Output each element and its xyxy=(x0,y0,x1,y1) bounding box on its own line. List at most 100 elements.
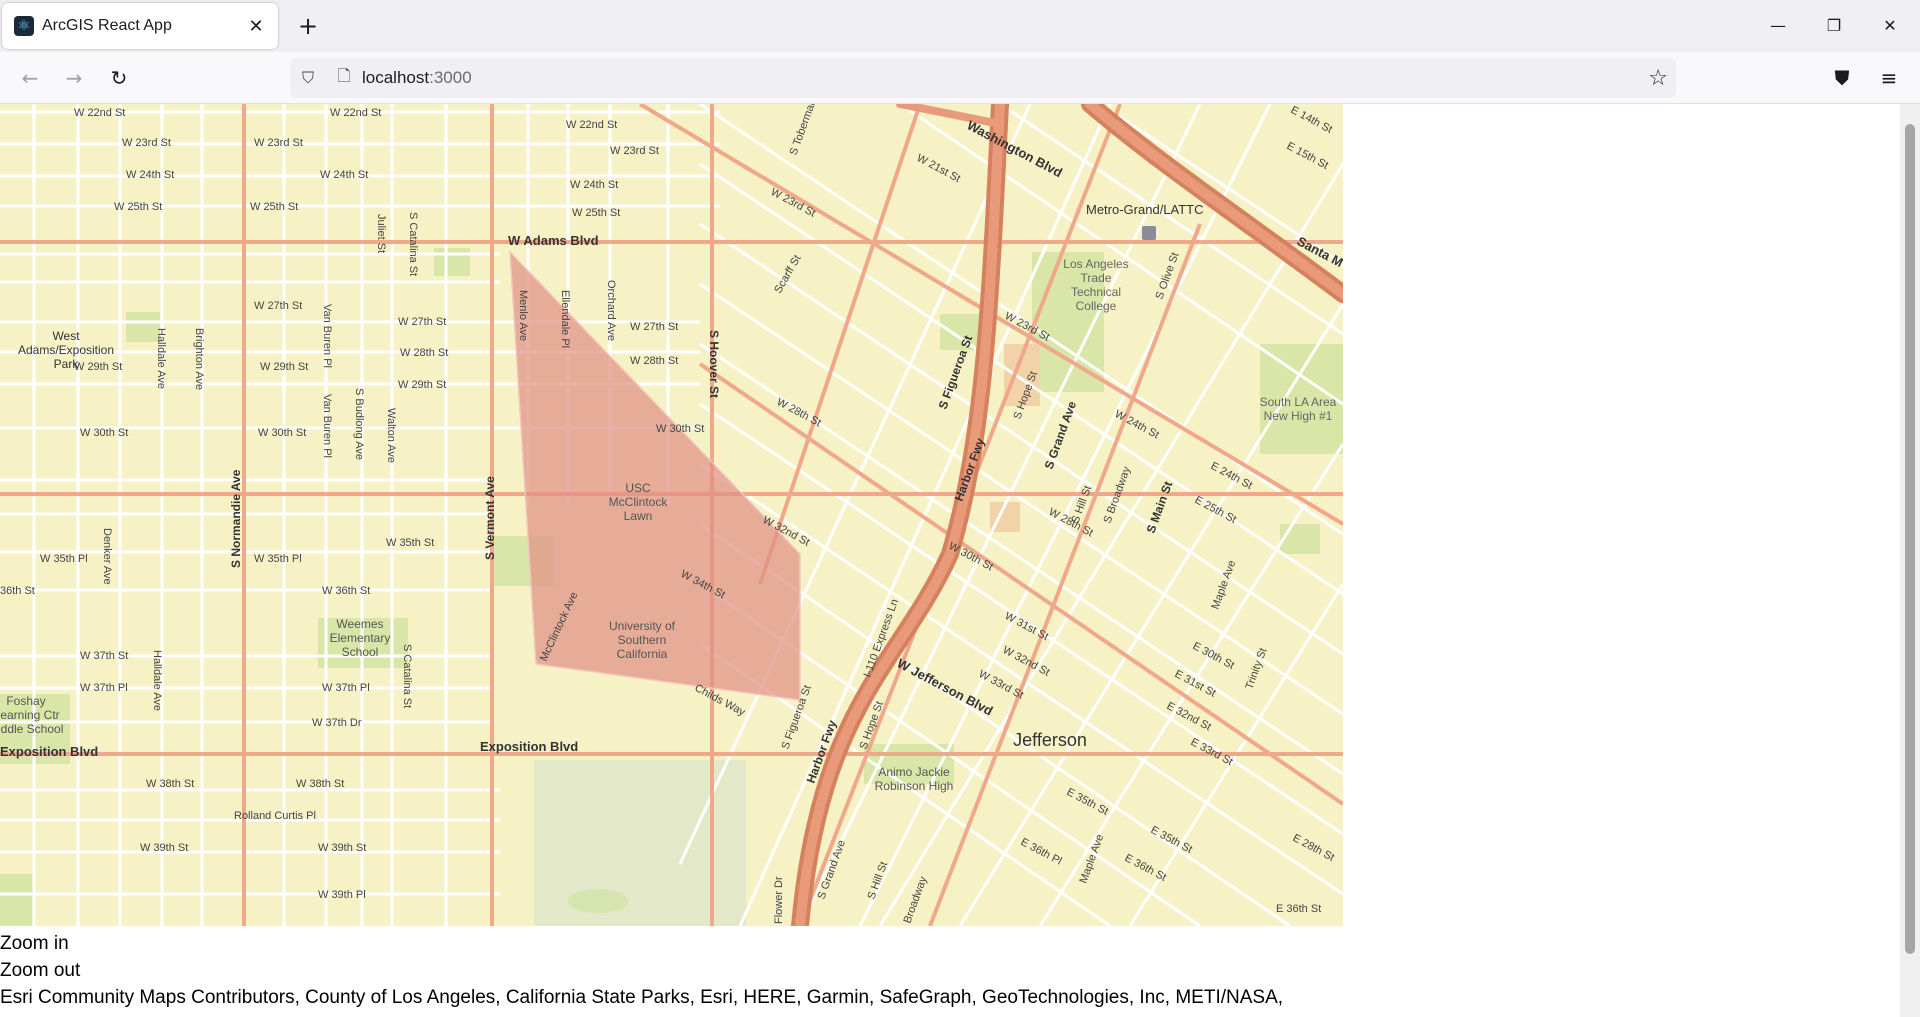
map-label: W 39th St xyxy=(318,842,366,854)
map-label: W 39th Pl xyxy=(318,889,366,901)
map-label: W 30th St xyxy=(258,427,306,439)
map-label: W 36th St xyxy=(322,585,370,597)
restore-icon[interactable]: ❐ xyxy=(1806,0,1862,50)
star-icon[interactable]: ☆ xyxy=(1648,66,1668,91)
map-label: Menlo Ave xyxy=(517,290,529,341)
close-icon[interactable]: ✕ xyxy=(246,16,266,37)
place-label: earning Ctr xyxy=(0,708,59,722)
page-content: W 22nd St W 22nd St W 22nd St W 23rd St … xyxy=(0,104,1920,1017)
map-label: W 37th Pl xyxy=(322,682,370,694)
zoom-in-button[interactable]: Zoom in xyxy=(0,930,1283,957)
place-label: ddle School xyxy=(1,722,64,736)
place-label: Park xyxy=(54,357,80,371)
transit-station-icon xyxy=(1142,226,1156,240)
map-label: 36th St xyxy=(0,585,35,597)
map-label: W 39th St xyxy=(140,842,188,854)
navigation-toolbar: ← → ↻ ⛉ 🗋 localhost:3000 ☆ ⛊ ≡ xyxy=(0,52,1920,104)
react-atom-icon: ⚛ xyxy=(14,16,34,36)
scrollbar-thumb[interactable] xyxy=(1905,124,1915,954)
map-label: W 37th St xyxy=(80,650,128,662)
place-label: Animo Jackie xyxy=(878,765,950,779)
map-label: Ellendale Pl xyxy=(559,290,571,348)
map-label: W 23rd St xyxy=(610,145,659,157)
map-label: W 35th St xyxy=(386,537,434,549)
map-label: Rolland Curtis Pl xyxy=(234,810,316,822)
map-label: S Catalina St xyxy=(407,212,419,276)
map-label: W 25th St xyxy=(114,201,162,213)
place-label: Jefferson xyxy=(1013,730,1087,750)
map-label: W 37th Pl xyxy=(80,682,128,694)
hamburger-menu-icon[interactable]: ≡ xyxy=(1873,62,1905,94)
place-label: South LA Area xyxy=(1260,395,1337,409)
place-label: University of xyxy=(609,619,676,633)
map-label: Flower Dr xyxy=(773,876,785,924)
map-label: W 29th St xyxy=(398,379,446,391)
map-label: W 25th St xyxy=(572,207,620,219)
page-scrollbar[interactable] xyxy=(1900,104,1920,1017)
map-label: W 30th St xyxy=(80,427,128,439)
minimize-icon[interactable]: — xyxy=(1750,0,1806,50)
map-label: Van Buren Pl xyxy=(321,304,333,368)
place-label: Weemes xyxy=(336,617,383,631)
place-label: Los Angeles xyxy=(1063,257,1128,271)
map-label: W 22nd St xyxy=(330,107,381,119)
place-label: New High #1 xyxy=(1264,409,1333,423)
map-label: W 38th St xyxy=(146,778,194,790)
map-label: W 23rd St xyxy=(122,137,171,149)
map-label: W 29th St xyxy=(74,361,122,373)
shield-icon[interactable]: ⛉ xyxy=(290,68,326,88)
map-controls-fallback: Zoom in Zoom out Esri Community Maps Con… xyxy=(0,930,1283,1011)
map-view[interactable]: W 22nd St W 22nd St W 22nd St W 23rd St … xyxy=(0,104,1343,926)
map-label: W 38th St xyxy=(296,778,344,790)
place-label: Technical xyxy=(1071,285,1121,299)
place-label: Foshay xyxy=(6,694,45,708)
map-label: Exposition Blvd xyxy=(480,739,578,754)
map-label: Brighton Ave xyxy=(193,328,205,390)
place-label: California xyxy=(617,647,668,661)
map-label: S Normandie Ave xyxy=(229,469,243,568)
place-label: West xyxy=(52,329,80,343)
map-label: W 35th Pl xyxy=(254,553,302,565)
map-label: W 23rd St xyxy=(254,137,303,149)
map-label: W 24th St xyxy=(320,169,368,181)
place-label: Adams/Exposition xyxy=(18,343,114,357)
plus-icon[interactable]: + xyxy=(292,10,324,42)
pocket-icon[interactable]: ⛊ xyxy=(1826,62,1858,94)
map-label: Metro-Grand/LATTC xyxy=(1086,202,1204,217)
place-label: Southern xyxy=(618,633,667,647)
map-label: S Hoover St xyxy=(707,330,721,398)
map-label: W 28th St xyxy=(400,347,448,359)
active-tab[interactable]: ⚛ ArcGIS React App ✕ xyxy=(2,3,278,49)
map-label: Walton Ave xyxy=(385,408,397,463)
tab-strip: ⚛ ArcGIS React App ✕ + — ❐ ✕ xyxy=(0,0,1920,52)
place-label: College xyxy=(1076,299,1117,313)
map-label: Halldale Ave xyxy=(151,650,163,711)
url-port: :3000 xyxy=(429,68,472,87)
back-arrow-icon[interactable]: ← xyxy=(14,62,46,94)
map-label: Juliet St xyxy=(375,214,387,253)
tab-title: ArcGIS React App xyxy=(42,17,172,34)
map-label: W 22nd St xyxy=(74,107,125,119)
map-label: W Adams Blvd xyxy=(508,233,599,248)
map-label: W 27th St xyxy=(398,316,446,328)
map-label: W 30th St xyxy=(656,423,704,435)
place-label: McClintock xyxy=(609,495,669,509)
url-host: localhost xyxy=(362,68,430,87)
place-label: School xyxy=(342,645,379,659)
map-label: W 35th Pl xyxy=(40,553,88,565)
close-window-icon[interactable]: ✕ xyxy=(1862,0,1918,50)
place-label: Lawn xyxy=(624,509,653,523)
map-label: W 28th St xyxy=(630,355,678,367)
place-label: Trade xyxy=(1081,271,1112,285)
zoom-out-button[interactable]: Zoom out xyxy=(0,957,1283,984)
map-label: Halldale Ave xyxy=(155,328,167,389)
forward-arrow-icon[interactable]: → xyxy=(58,62,90,94)
map-label: E 36th St xyxy=(1276,903,1321,915)
map-label: S Catalina St xyxy=(401,644,413,708)
map-label: Van Buren Pl xyxy=(321,394,333,458)
map-label: W 24th St xyxy=(570,179,618,191)
map-label: W 27th St xyxy=(254,300,302,312)
address-bar[interactable]: ⛉ 🗋 localhost:3000 ☆ xyxy=(290,58,1676,98)
reload-icon[interactable]: ↻ xyxy=(103,62,135,94)
map-label: Denker Ave xyxy=(101,528,113,585)
